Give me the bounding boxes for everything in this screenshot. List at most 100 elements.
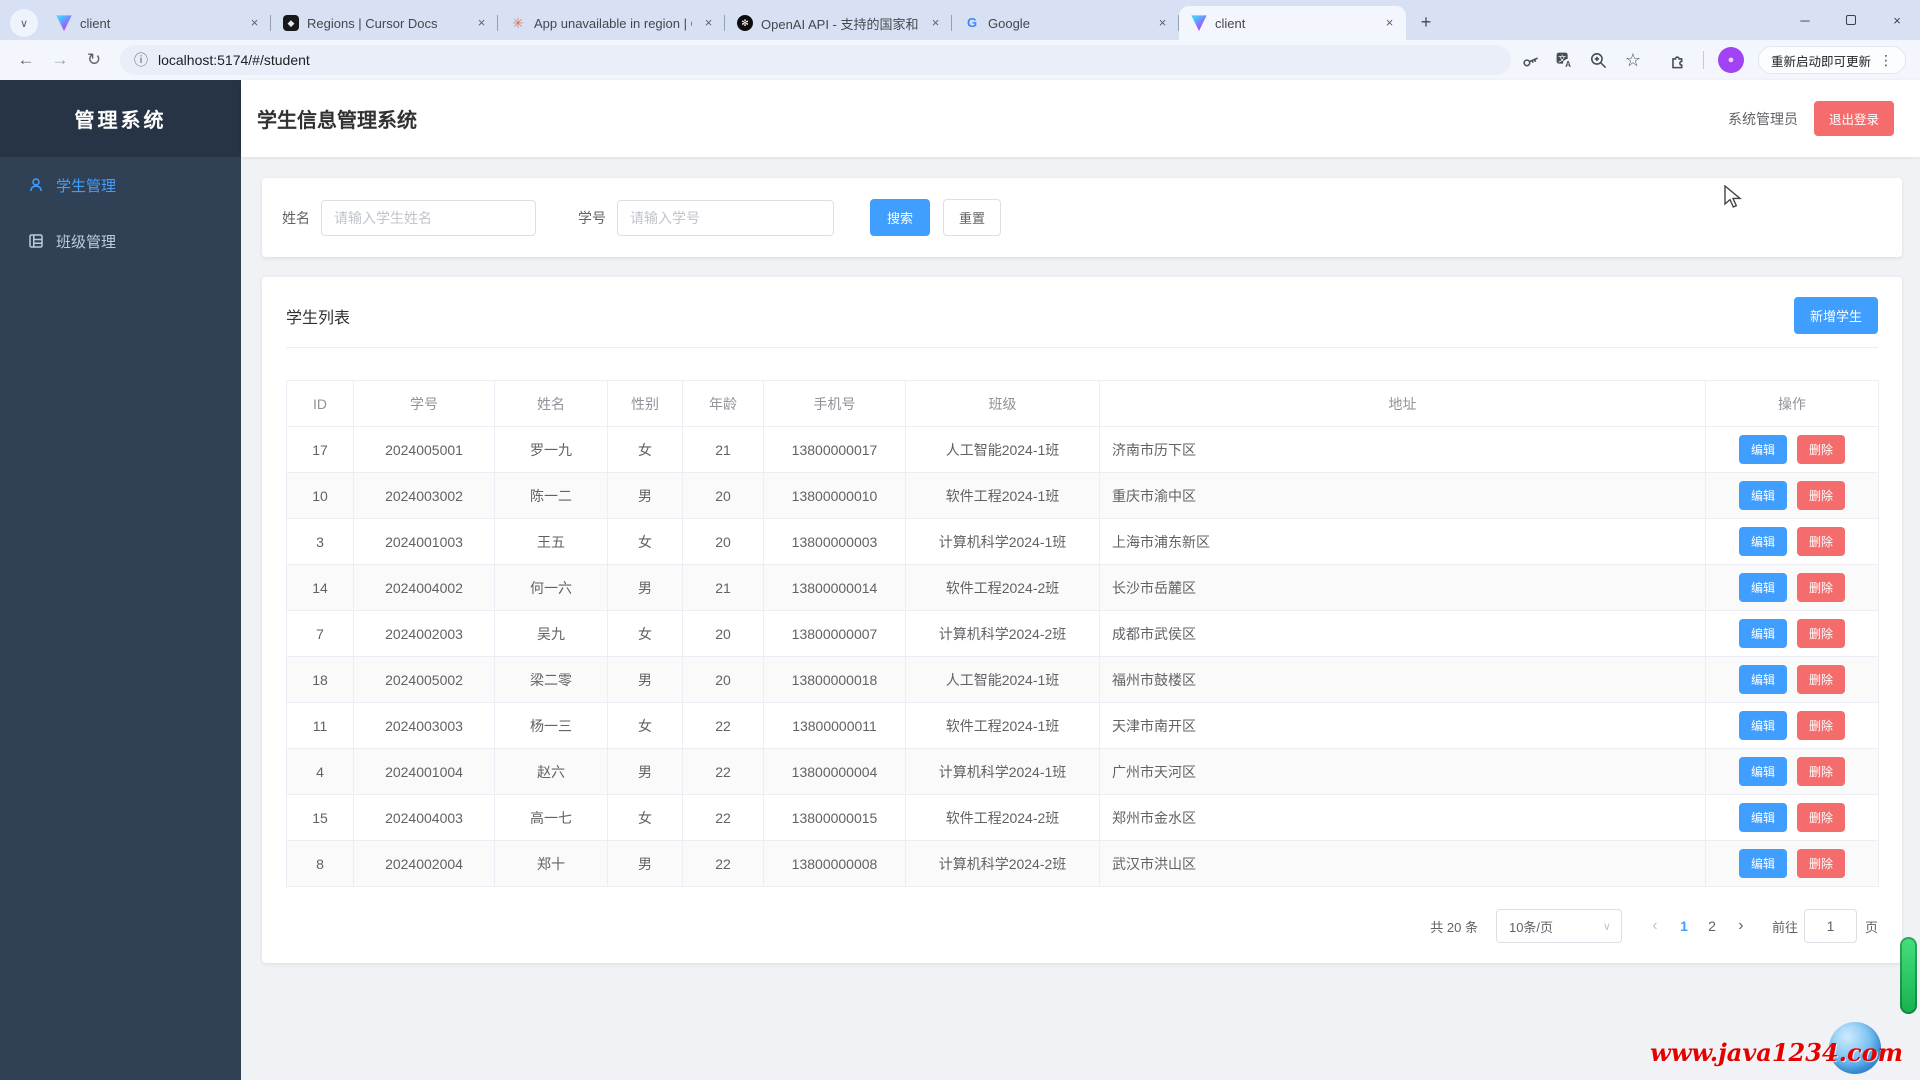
edit-button[interactable]: 编辑 bbox=[1739, 711, 1787, 740]
forward-button[interactable]: → bbox=[44, 44, 76, 76]
delete-button[interactable]: 删除 bbox=[1797, 711, 1845, 740]
table-cell: 13800000017 bbox=[764, 427, 906, 473]
browser-tab[interactable]: ✳App unavailable in region | C× bbox=[498, 6, 725, 40]
browser-tab[interactable]: GGoogle× bbox=[952, 6, 1179, 40]
student-table-body: 172024005001罗一九女2113800000017人工智能2024-1班… bbox=[287, 427, 1879, 887]
select-chevron-icon: ∨ bbox=[1603, 920, 1611, 933]
edit-button[interactable]: 编辑 bbox=[1739, 619, 1787, 648]
sidebar-logo: 管理系统 bbox=[0, 80, 241, 157]
tab-search-button[interactable]: ∨ bbox=[10, 9, 38, 37]
window-maximize-button[interactable] bbox=[1828, 0, 1874, 40]
add-student-button[interactable]: 新增学生 bbox=[1794, 297, 1878, 334]
delete-button[interactable]: 删除 bbox=[1797, 665, 1845, 694]
sidebar-item-class-management[interactable]: 班级管理 bbox=[0, 213, 241, 269]
page-number-2[interactable]: 2 bbox=[1698, 918, 1726, 934]
delete-button[interactable]: 删除 bbox=[1797, 435, 1845, 464]
page-header: 学生信息管理系统 系统管理员 退出登录 bbox=[241, 80, 1920, 157]
column-header: ID bbox=[287, 381, 354, 427]
table-cell: 13800000003 bbox=[764, 519, 906, 565]
tab-close-icon[interactable]: × bbox=[1381, 15, 1398, 32]
tab-title: Regions | Cursor Docs bbox=[307, 16, 465, 31]
profile-avatar[interactable]: ● bbox=[1718, 47, 1744, 73]
table-cell: 2024001003 bbox=[354, 519, 495, 565]
edit-button[interactable]: 编辑 bbox=[1739, 573, 1787, 602]
recording-indicator bbox=[1900, 937, 1917, 1014]
tab-close-icon[interactable]: × bbox=[1154, 15, 1171, 32]
table-cell: 郑州市金水区 bbox=[1100, 795, 1706, 841]
table-row: 172024005001罗一九女2113800000017人工智能2024-1班… bbox=[287, 427, 1879, 473]
delete-button[interactable]: 删除 bbox=[1797, 481, 1845, 510]
edit-button[interactable]: 编辑 bbox=[1739, 435, 1787, 464]
tab-close-icon[interactable]: × bbox=[246, 15, 263, 32]
update-browser-button[interactable]: 重新启动即可更新 ⋮ bbox=[1758, 46, 1906, 74]
edit-button[interactable]: 编辑 bbox=[1739, 665, 1787, 694]
page-title: 学生信息管理系统 bbox=[257, 104, 417, 133]
browser-tab[interactable]: client× bbox=[1179, 6, 1406, 40]
password-key-icon[interactable] bbox=[1521, 50, 1541, 70]
table-cell: 2024002003 bbox=[354, 611, 495, 657]
page-unit-label: 页 bbox=[1865, 917, 1878, 936]
table-cell: 20 bbox=[683, 519, 764, 565]
edit-button[interactable]: 编辑 bbox=[1739, 481, 1787, 510]
student-number-input[interactable] bbox=[617, 200, 834, 236]
table-cell: 20 bbox=[683, 657, 764, 703]
reload-button[interactable]: ↻ bbox=[78, 44, 110, 76]
edit-button[interactable]: 编辑 bbox=[1739, 527, 1787, 556]
tab-close-icon[interactable]: × bbox=[700, 15, 717, 32]
edit-button[interactable]: 编辑 bbox=[1739, 849, 1787, 878]
window-close-button[interactable]: × bbox=[1874, 0, 1920, 40]
browser-tab[interactable]: client× bbox=[44, 6, 271, 40]
goto-page-input[interactable] bbox=[1804, 909, 1857, 943]
tab-close-icon[interactable]: × bbox=[927, 15, 944, 32]
edit-button[interactable]: 编辑 bbox=[1739, 803, 1787, 832]
new-tab-button[interactable]: + bbox=[1412, 8, 1440, 36]
table-cell: 8 bbox=[287, 841, 354, 887]
extensions-puzzle-icon[interactable] bbox=[1669, 50, 1689, 70]
delete-button[interactable]: 删除 bbox=[1797, 573, 1845, 602]
student-name-input[interactable] bbox=[321, 200, 536, 236]
table-row: 72024002003吴九女2013800000007计算机科学2024-2班成… bbox=[287, 611, 1879, 657]
table-cell: 4 bbox=[287, 749, 354, 795]
delete-button[interactable]: 删除 bbox=[1797, 527, 1845, 556]
prev-page-button[interactable]: ‹ bbox=[1640, 917, 1670, 935]
back-button[interactable]: ← bbox=[10, 44, 42, 76]
table-cell: 计算机科学2024-2班 bbox=[906, 841, 1100, 887]
table-cell: 17 bbox=[287, 427, 354, 473]
tab-close-icon[interactable]: × bbox=[473, 15, 490, 32]
page-size-select[interactable]: 10条/页 ∨ bbox=[1496, 909, 1622, 943]
search-button[interactable]: 搜索 bbox=[870, 199, 930, 236]
table-cell: 武汉市洪山区 bbox=[1100, 841, 1706, 887]
site-info-icon[interactable]: ⓘ bbox=[134, 50, 148, 70]
delete-button[interactable]: 删除 bbox=[1797, 757, 1845, 786]
zoom-icon[interactable] bbox=[1589, 50, 1609, 70]
delete-button[interactable]: 删除 bbox=[1797, 803, 1845, 832]
menu-dots-icon[interactable]: ⋮ bbox=[1879, 52, 1893, 69]
tab-title: Google bbox=[988, 16, 1146, 31]
table-cell: 2024003003 bbox=[354, 703, 495, 749]
bookmark-star-icon[interactable]: ☆ bbox=[1623, 50, 1643, 70]
actions-cell: 编辑删除 bbox=[1706, 611, 1879, 657]
address-bar[interactable]: ⓘ localhost:5174/#/student bbox=[120, 45, 1511, 75]
table-cell: 14 bbox=[287, 565, 354, 611]
sidebar-item-student-management[interactable]: 学生管理 bbox=[0, 157, 241, 213]
sno-field-label: 学号 bbox=[578, 208, 606, 228]
window-minimize-button[interactable]: ─ bbox=[1782, 0, 1828, 40]
watermark-text: www.java1234.com bbox=[1650, 1038, 1903, 1067]
column-header: 学号 bbox=[354, 381, 495, 427]
browser-tab[interactable]: ✻OpenAI API - 支持的国家和地× bbox=[725, 6, 952, 40]
table-cell: 13800000018 bbox=[764, 657, 906, 703]
table-row: 142024004002何一六男2113800000014软件工程2024-2班… bbox=[287, 565, 1879, 611]
delete-button[interactable]: 删除 bbox=[1797, 619, 1845, 648]
actions-cell: 编辑删除 bbox=[1706, 473, 1879, 519]
browser-tab[interactable]: ◆Regions | Cursor Docs× bbox=[271, 6, 498, 40]
table-cell: 济南市历下区 bbox=[1100, 427, 1706, 473]
table-cell: 广州市天河区 bbox=[1100, 749, 1706, 795]
logout-button[interactable]: 退出登录 bbox=[1814, 101, 1894, 136]
translate-icon[interactable]: 文A bbox=[1555, 50, 1575, 70]
reset-button[interactable]: 重置 bbox=[943, 199, 1001, 236]
delete-button[interactable]: 删除 bbox=[1797, 849, 1845, 878]
close-icon: × bbox=[1893, 13, 1901, 28]
page-number-1[interactable]: 1 bbox=[1670, 918, 1698, 934]
next-page-button[interactable]: › bbox=[1726, 917, 1756, 935]
edit-button[interactable]: 编辑 bbox=[1739, 757, 1787, 786]
